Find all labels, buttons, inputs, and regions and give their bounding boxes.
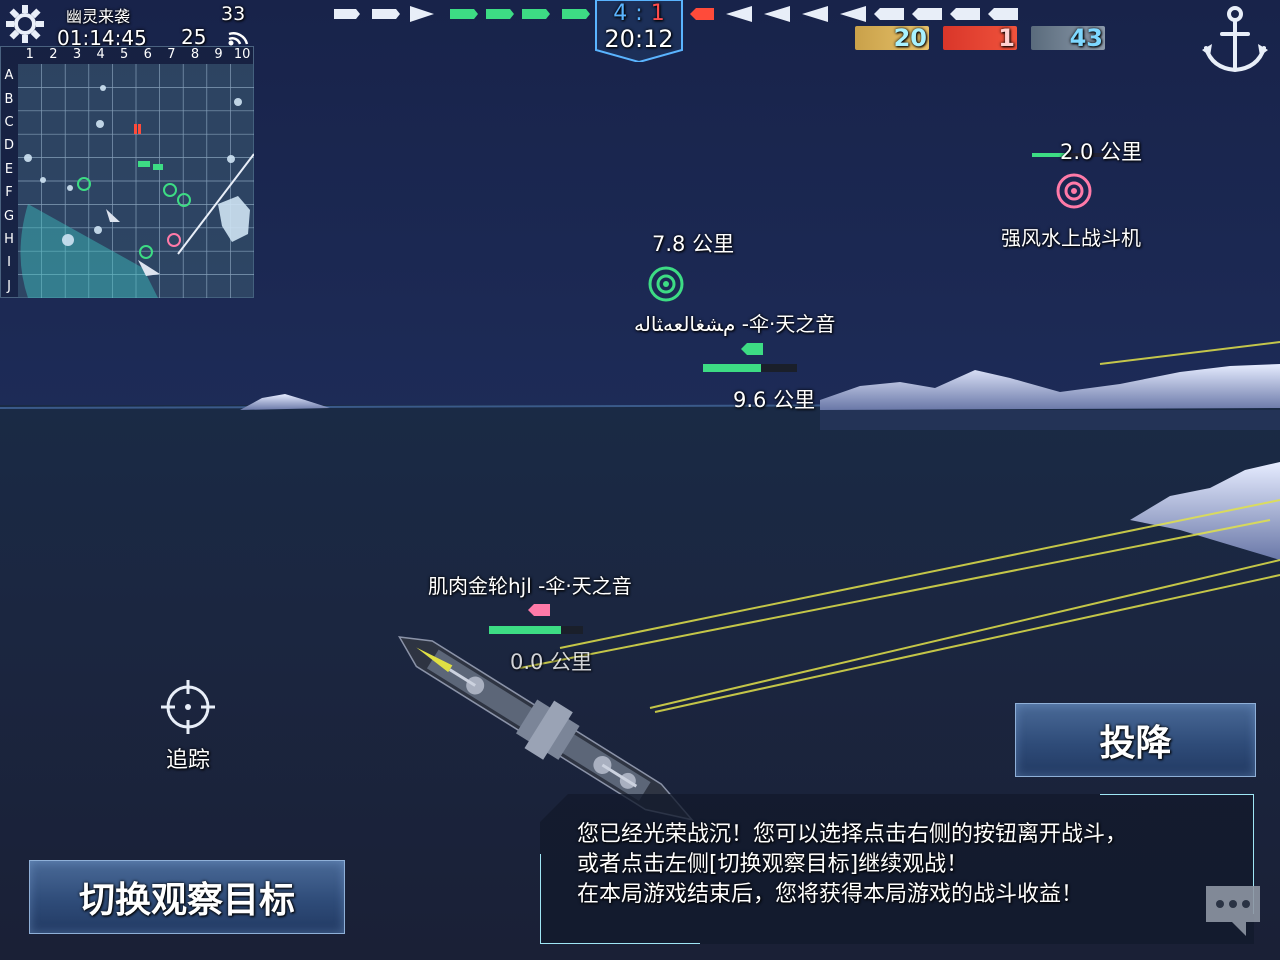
ally-score: 4: [613, 1, 628, 26]
minimap-row-label: J: [7, 278, 11, 294]
minimap-grid[interactable]: [18, 64, 254, 298]
aircraft-count-red: 1: [943, 26, 1017, 50]
enemy-target-crosshair-icon[interactable]: [1054, 171, 1094, 211]
minimap-col-label: 6: [143, 47, 152, 62]
minimap-col-label: 9: [214, 47, 223, 62]
ally-secondary-distance: 9.6 公里: [733, 388, 816, 412]
minimap-col-label: 10: [233, 47, 251, 62]
minimap-row-label: D: [3, 138, 14, 154]
ally-ship-class-icon: [741, 340, 763, 355]
ally-name: ﻡﺸﻐﺎﻟﻌﻪﺜﺎﻟﻪ -伞·天之音: [634, 312, 836, 336]
ally-health-bar: [703, 364, 797, 372]
track-button[interactable]: 追踪: [152, 678, 224, 778]
chat-icon[interactable]: [1202, 882, 1264, 938]
switch-target-button[interactable]: 切换观察目标: [29, 860, 345, 934]
minimap-column-labels: 1 2 3 4 5 6 7 8 9 10: [18, 46, 254, 64]
team-score: 4:1: [594, 2, 684, 26]
minimap-row-label: F: [5, 185, 13, 201]
minimap-col-label: 7: [167, 47, 176, 62]
player-distance: 0.0 公里: [510, 650, 593, 674]
enemy-score: 1: [650, 1, 665, 26]
minimap-col-label: 5: [120, 47, 129, 62]
minimap-row-labels: A B C D E F G H I J: [0, 64, 18, 298]
player-health-bar: [489, 626, 583, 634]
minimap-row-label: C: [4, 115, 14, 131]
player-name: 肌肉金轮hjl -伞·天之音: [428, 574, 632, 598]
minimap-col-label: 2: [49, 47, 58, 62]
fighter-name: 强风水上战斗机: [1001, 226, 1141, 250]
surrender-button[interactable]: 投降: [1015, 703, 1256, 777]
minimap-row-label: I: [7, 255, 11, 271]
minimap-row-label: G: [3, 208, 15, 224]
crosshair-icon: [161, 680, 215, 734]
anchor-icon[interactable]: [1198, 2, 1272, 78]
score-separator: :: [635, 1, 643, 26]
ally-target-crosshair-icon[interactable]: [646, 264, 686, 304]
minimap-col-label: 1: [25, 47, 34, 62]
ally-distance: 7.8 公里: [652, 232, 735, 256]
minimap-col-label: 4: [96, 47, 105, 62]
game-mode-name: 幽灵来袭: [66, 7, 131, 26]
minimap-row-label: A: [4, 68, 14, 84]
ammo-count: 43: [1031, 26, 1105, 50]
minimap-row-label: B: [4, 91, 14, 107]
minimap-col-label: 8: [190, 47, 200, 62]
minimap-col-label: 3: [72, 47, 82, 62]
minimap-row-label: H: [4, 232, 14, 248]
player-ship-class-icon: [528, 601, 550, 616]
settings-gear-icon[interactable]: [4, 3, 46, 45]
aircraft-count-gold: 20: [855, 26, 929, 50]
fighter-distance: 2.0 公里: [1060, 140, 1143, 164]
track-label: 追踪: [165, 748, 210, 773]
ping-value: 33: [221, 3, 246, 25]
minimap-row-label: E: [4, 161, 14, 177]
defeat-message-text: 您已经光荣战沉！您可以选择点击右侧的按钮离开战斗， 或者点击左侧[切换观察目标]…: [577, 822, 1128, 907]
wifi-icon: [227, 26, 249, 46]
match-timer: 20:12: [604, 25, 674, 53]
